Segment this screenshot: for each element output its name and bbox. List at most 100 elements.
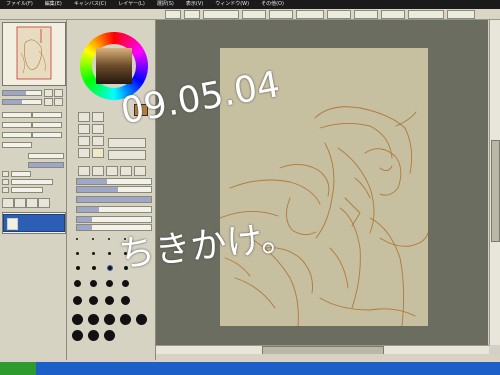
brush-shape-slider[interactable]	[76, 216, 152, 223]
layer-field-5[interactable]	[2, 142, 32, 148]
brush-size-dot[interactable]	[122, 280, 129, 287]
brush-type-button[interactable]	[108, 138, 146, 148]
blend-slider[interactable]	[76, 178, 152, 185]
menu-edit[interactable]: 編集(E)	[39, 0, 68, 9]
brush-preset[interactable]	[134, 166, 146, 176]
brush-size-dot[interactable]	[88, 330, 99, 341]
vertical-scroll-thumb[interactable]	[491, 140, 500, 242]
blend-mode-select[interactable]	[28, 153, 64, 159]
layer-field-3[interactable]	[2, 132, 32, 138]
angle-slider[interactable]	[2, 99, 42, 105]
select-tool-button[interactable]	[78, 112, 90, 122]
saturation-value-box[interactable]	[96, 48, 132, 84]
brush-size-dot[interactable]	[76, 266, 80, 270]
brush-size-dot[interactable]	[104, 330, 115, 341]
brush-type-button-2[interactable]	[108, 150, 146, 160]
toolbar-button[interactable]	[408, 9, 444, 19]
layer-field[interactable]	[2, 122, 32, 128]
layer-tool-row-2	[2, 122, 64, 128]
brush-size-dot[interactable]	[89, 296, 98, 305]
start-button[interactable]	[0, 362, 36, 375]
layer-opacity-row	[2, 162, 64, 168]
delete-layer-button[interactable]	[38, 198, 50, 208]
zoom-tool-button[interactable]	[92, 124, 104, 134]
move-tool-button[interactable]	[78, 124, 90, 134]
brush-preset[interactable]	[78, 166, 90, 176]
brush-size-dot-selected[interactable]	[107, 265, 113, 271]
new-layer-button[interactable]	[2, 198, 14, 208]
rotate-left-button[interactable]	[44, 98, 53, 106]
brush-size-dot[interactable]	[74, 280, 81, 287]
opacity-slider[interactable]	[28, 162, 64, 168]
layer-item[interactable]	[3, 214, 65, 232]
brush-size-dot[interactable]	[121, 296, 130, 305]
menu-window[interactable]: ウィンドウ(W)	[209, 0, 255, 9]
brush-size-dot[interactable]	[76, 238, 78, 240]
toolbar-button[interactable]	[381, 9, 405, 19]
brush-size-dot[interactable]	[90, 280, 97, 287]
toolbar-button[interactable]	[354, 9, 378, 19]
zoom-in-button[interactable]	[44, 89, 53, 97]
pen-tool-button[interactable]	[92, 148, 104, 158]
brush-density-slider[interactable]	[76, 196, 152, 203]
brush-size-dot[interactable]	[108, 252, 111, 255]
brush-size-dot[interactable]	[92, 266, 96, 270]
rotate-tool-button[interactable]	[78, 136, 90, 146]
layer-tool-row-4	[2, 142, 64, 148]
brush-preset[interactable]	[92, 166, 104, 176]
toolbar-select[interactable]	[203, 9, 239, 19]
brush-size-dot[interactable]	[92, 252, 95, 255]
layer-option-3[interactable]	[2, 187, 64, 193]
menu-canvas[interactable]: キャンバス(C)	[68, 0, 112, 9]
lasso-tool-button[interactable]	[92, 112, 104, 122]
menu-view[interactable]: 表示(V)	[180, 0, 209, 9]
menu-layer[interactable]: レイヤー(L)	[112, 0, 151, 9]
brush-size-dot[interactable]	[106, 280, 113, 287]
checkbox[interactable]	[2, 179, 9, 185]
layer-field-2[interactable]	[32, 122, 62, 128]
checkbox[interactable]	[2, 171, 9, 177]
toolbar-button[interactable]	[447, 9, 475, 19]
menu-other[interactable]: その他(O)	[255, 0, 290, 9]
hand-tool-button[interactable]	[92, 136, 104, 146]
menu-select[interactable]: 選択(S)	[151, 0, 180, 9]
navigator-preview[interactable]	[2, 22, 66, 86]
layer-option-1[interactable]	[2, 171, 64, 177]
menu-file[interactable]: ファイル(F)	[0, 0, 39, 9]
brush-size-slider[interactable]	[76, 186, 152, 193]
brush-size-dot[interactable]	[88, 314, 99, 325]
menu-bar: ファイル(F) 編集(E) キャンバス(C) レイヤー(L) 選択(S) 表示(…	[0, 0, 500, 9]
brush-size-dot[interactable]	[76, 252, 79, 255]
toolbar-button[interactable]	[242, 9, 266, 19]
layer-select-2[interactable]	[32, 112, 62, 118]
toolbar-button[interactable]	[165, 9, 181, 19]
status-bar	[156, 354, 500, 362]
brush-size-dot[interactable]	[120, 314, 131, 325]
layer-field-4[interactable]	[32, 132, 62, 138]
new-folder-button[interactable]	[14, 198, 26, 208]
brush-size-dot[interactable]	[104, 314, 115, 325]
brush-size-dot[interactable]	[72, 330, 83, 341]
toolbar-button[interactable]	[327, 9, 351, 19]
zoom-slider[interactable]	[2, 90, 42, 96]
rotate-right-button[interactable]	[54, 98, 63, 106]
brush-size-dot[interactable]	[105, 296, 114, 305]
brush-size-dot[interactable]	[108, 238, 110, 240]
checkbox[interactable]	[2, 187, 9, 193]
zoom-field[interactable]	[296, 9, 324, 19]
brush-preset[interactable]	[120, 166, 132, 176]
toolbar-button[interactable]	[184, 9, 200, 19]
zoom-out-button[interactable]	[54, 89, 63, 97]
copy-layer-button[interactable]	[26, 198, 38, 208]
brush-min-size-slider[interactable]	[76, 206, 152, 213]
brush-size-dot[interactable]	[136, 314, 147, 325]
brush-size-dot[interactable]	[92, 238, 94, 240]
toolbar-button[interactable]	[269, 9, 293, 19]
navigator-zoom-row	[2, 89, 64, 97]
eyedropper-tool-button[interactable]	[78, 148, 90, 158]
brush-size-dot[interactable]	[73, 296, 82, 305]
layer-option-2[interactable]	[2, 179, 64, 185]
brush-preset[interactable]	[106, 166, 118, 176]
layer-select[interactable]	[2, 112, 32, 118]
brush-size-dot[interactable]	[72, 314, 83, 325]
